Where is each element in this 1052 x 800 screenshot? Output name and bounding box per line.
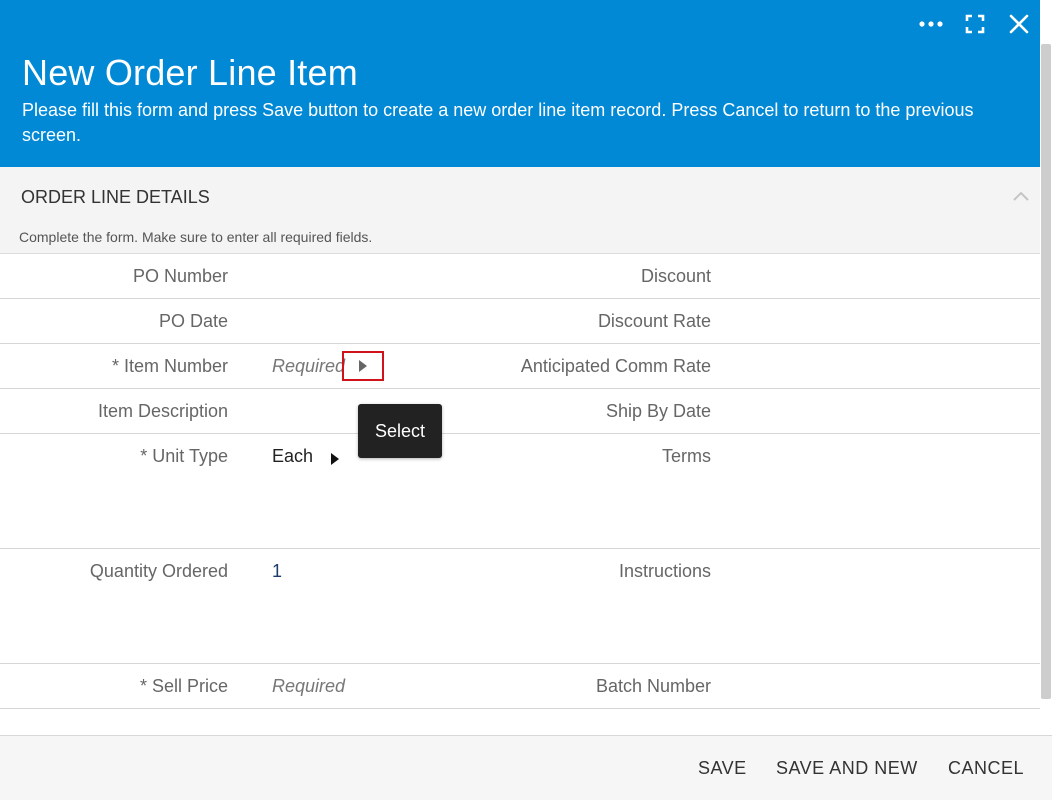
instructions-label: Instructions	[618, 561, 711, 581]
header-controls	[918, 8, 1032, 40]
select-tooltip: Select	[358, 404, 442, 458]
terms-label: Terms	[662, 446, 711, 466]
po-date-field[interactable]	[272, 311, 472, 333]
scrollbar-thumb[interactable]	[1041, 44, 1051, 699]
sell-price-field[interactable]: Required	[272, 676, 345, 697]
caret-right-icon	[331, 453, 339, 465]
save-button[interactable]: SAVE	[698, 758, 747, 779]
order-line-details-section-header[interactable]: ORDER LINE DETAILS Complete the form. Ma…	[0, 167, 1040, 254]
item-number-field[interactable]: Required	[272, 356, 345, 377]
close-icon[interactable]	[1006, 10, 1032, 38]
expand-icon[interactable]	[962, 10, 988, 38]
section-hint: Complete the form. Make sure to enter al…	[19, 229, 373, 245]
dialog-footer: SAVE SAVE AND NEW CANCEL	[0, 735, 1052, 800]
form-row-po-date: PO Date Discount Rate	[0, 299, 1040, 344]
unit-type-select-button[interactable]	[328, 452, 342, 466]
new-order-line-item-dialog: New Order Line Item Please fill this for…	[0, 0, 1052, 800]
form-row-item-number: * Item Number Required Anticipated Comm …	[0, 344, 1040, 389]
caret-right-icon	[359, 360, 367, 372]
more-icon[interactable]	[918, 10, 944, 38]
dialog-subtitle: Please fill this form and press Save but…	[22, 100, 974, 145]
po-number-field[interactable]	[272, 266, 472, 288]
save-and-new-button[interactable]: SAVE AND NEW	[776, 758, 918, 779]
ship-by-date-label: Ship By Date	[605, 401, 711, 421]
form-row-quantity-ordered: Quantity Ordered 1 Instructions	[0, 549, 1040, 664]
item-description-label: Item Description	[97, 401, 228, 421]
sell-price-label: * Sell Price	[139, 676, 228, 696]
batch-number-label: Batch Number	[595, 676, 711, 696]
discount-rate-label: Discount Rate	[597, 311, 711, 331]
section-title: ORDER LINE DETAILS	[21, 187, 210, 207]
po-date-label: PO Date	[158, 311, 228, 331]
form-row-item-description: Item Description Ship By Date	[0, 389, 1040, 434]
dialog-header: New Order Line Item Please fill this for…	[0, 0, 1052, 167]
scrollbar-track[interactable]	[1040, 0, 1052, 735]
chevron-up-icon[interactable]	[1010, 185, 1032, 207]
quantity-ordered-field[interactable]: 1	[272, 561, 282, 582]
dialog-title: New Order Line Item	[22, 52, 358, 93]
cancel-button[interactable]: CANCEL	[948, 758, 1024, 779]
form-row-po-number: PO Number Discount	[0, 254, 1040, 299]
item-number-label: * Item Number	[111, 356, 228, 376]
form-row-sell-price: * Sell Price Required Batch Number	[0, 664, 1040, 709]
unit-type-value[interactable]: Each	[272, 446, 313, 467]
anticipated-comm-rate-label: Anticipated Comm Rate	[520, 356, 711, 376]
discount-label: Discount	[640, 266, 711, 286]
form-row-unit-type: * Unit Type Each Terms	[0, 434, 1040, 549]
quantity-ordered-label: Quantity Ordered	[89, 561, 228, 581]
item-number-select-button[interactable]	[342, 351, 384, 381]
po-number-label: PO Number	[132, 266, 228, 286]
unit-type-label: * Unit Type	[140, 446, 228, 466]
